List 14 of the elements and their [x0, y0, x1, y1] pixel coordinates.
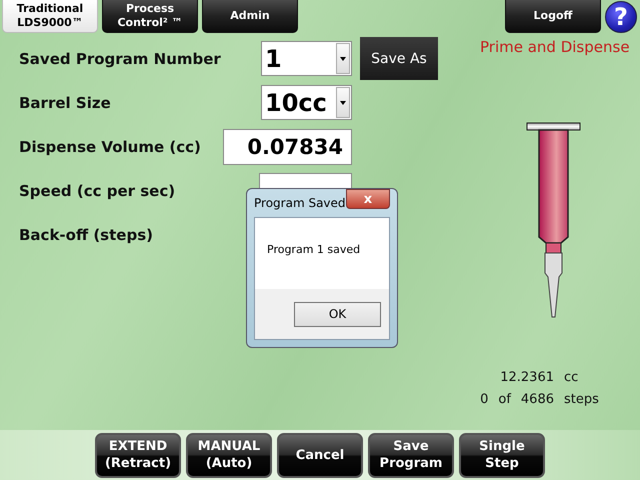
field-label: Saved Program Number — [19, 50, 222, 68]
readout-text: of — [498, 392, 511, 407]
field-label: Barrel Size — [19, 94, 112, 112]
readout-value: 12.2361 — [500, 370, 554, 385]
readout-value: 0 — [480, 392, 488, 407]
field-label: Dispense Volume (cc) — [19, 138, 202, 156]
field-label: Back-off (steps) — [19, 226, 154, 244]
readout-value: 4686 — [520, 392, 554, 407]
dialog-message: Program 1 saved — [267, 243, 362, 256]
readout-unit: steps — [564, 392, 600, 407]
field-label: Speed (cc per sec) — [19, 182, 176, 200]
readout-unit: cc — [564, 370, 580, 385]
dialog-title: Program Saved — [254, 196, 346, 210]
mode-title: Prime and Dispense — [480, 38, 630, 56]
